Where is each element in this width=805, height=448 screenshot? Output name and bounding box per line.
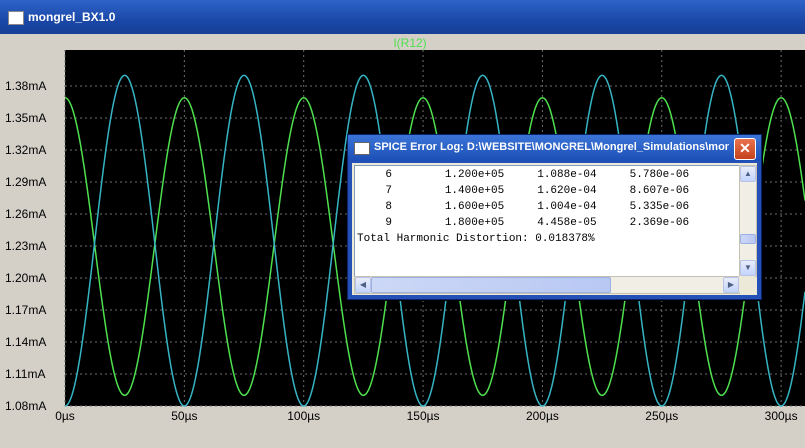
y-tick-label: 1.29mA: [5, 175, 46, 189]
y-tick-label: 1.11mA: [5, 367, 45, 381]
y-tick-label: 1.17mA: [5, 303, 46, 317]
scroll-right-icon[interactable]: ▶: [723, 277, 739, 293]
dialog-body: 6 1.200e+05 1.088e-04 5.780e-06 7 1.400e…: [352, 163, 757, 295]
spice-error-log-dialog[interactable]: SPICE Error Log: D:\WEBSITE\MONGREL\Mong…: [347, 134, 762, 300]
log-row: 9 1.800e+05 4.458e-05 2.369e-06: [359, 217, 690, 229]
log-row: 8 1.600e+05 1.004e-04 5.335e-06: [359, 201, 690, 213]
vertical-scroll-thumb[interactable]: [740, 234, 756, 244]
x-tick-label: 100µs: [287, 409, 320, 423]
waveform-app-icon: [8, 11, 24, 25]
dialog-title: SPICE Error Log: D:\WEBSITE\MONGREL\Mong…: [374, 141, 729, 153]
log-row: 6 1.200e+05 1.088e-04 5.780e-06: [359, 169, 690, 181]
x-tick-label: 300µs: [765, 409, 798, 423]
scroll-down-icon[interactable]: ▼: [740, 260, 756, 276]
x-tick-label: 0µs: [55, 409, 75, 423]
x-tick-label: 250µs: [645, 409, 678, 423]
window-title: mongrel_BX1.0: [28, 10, 116, 24]
horizontal-scrollbar[interactable]: ◀ ▶: [354, 276, 740, 294]
dialog-titlebar[interactable]: SPICE Error Log: D:\WEBSITE\MONGREL\Mong…: [348, 135, 761, 161]
y-tick-label: 1.23mA: [5, 239, 46, 253]
vertical-scrollbar[interactable]: ▲ ▼: [739, 165, 757, 277]
y-tick-label: 1.38mA: [5, 79, 46, 93]
log-text-area[interactable]: 6 1.200e+05 1.088e-04 5.780e-06 7 1.400e…: [354, 165, 740, 277]
window-icon: [354, 142, 370, 155]
window-titlebar[interactable]: mongrel_BX1.0: [0, 0, 805, 34]
scroll-left-icon[interactable]: ◀: [355, 277, 371, 293]
y-tick-label: 1.20mA: [5, 271, 46, 285]
close-button[interactable]: ✕: [734, 138, 756, 160]
log-row: 7 1.400e+05 1.620e-04 8.607e-06: [359, 185, 690, 197]
x-tick-label: 150µs: [407, 409, 440, 423]
y-tick-label: 1.26mA: [5, 207, 46, 221]
thd-result: Total Harmonic Distortion: 0.018378%: [357, 233, 595, 245]
resize-grip[interactable]: [739, 276, 755, 292]
y-tick-label: 1.32mA: [5, 143, 46, 157]
x-tick-label: 200µs: [526, 409, 559, 423]
y-tick-label: 1.35mA: [5, 111, 46, 125]
trace-label[interactable]: I(R12): [393, 36, 426, 50]
x-tick-label: 50µs: [171, 409, 197, 423]
scroll-up-icon[interactable]: ▲: [740, 166, 756, 182]
y-tick-label: 1.14mA: [5, 335, 46, 349]
horizontal-scroll-thumb[interactable]: [371, 277, 611, 293]
y-tick-label: 1.08mA: [5, 399, 46, 413]
